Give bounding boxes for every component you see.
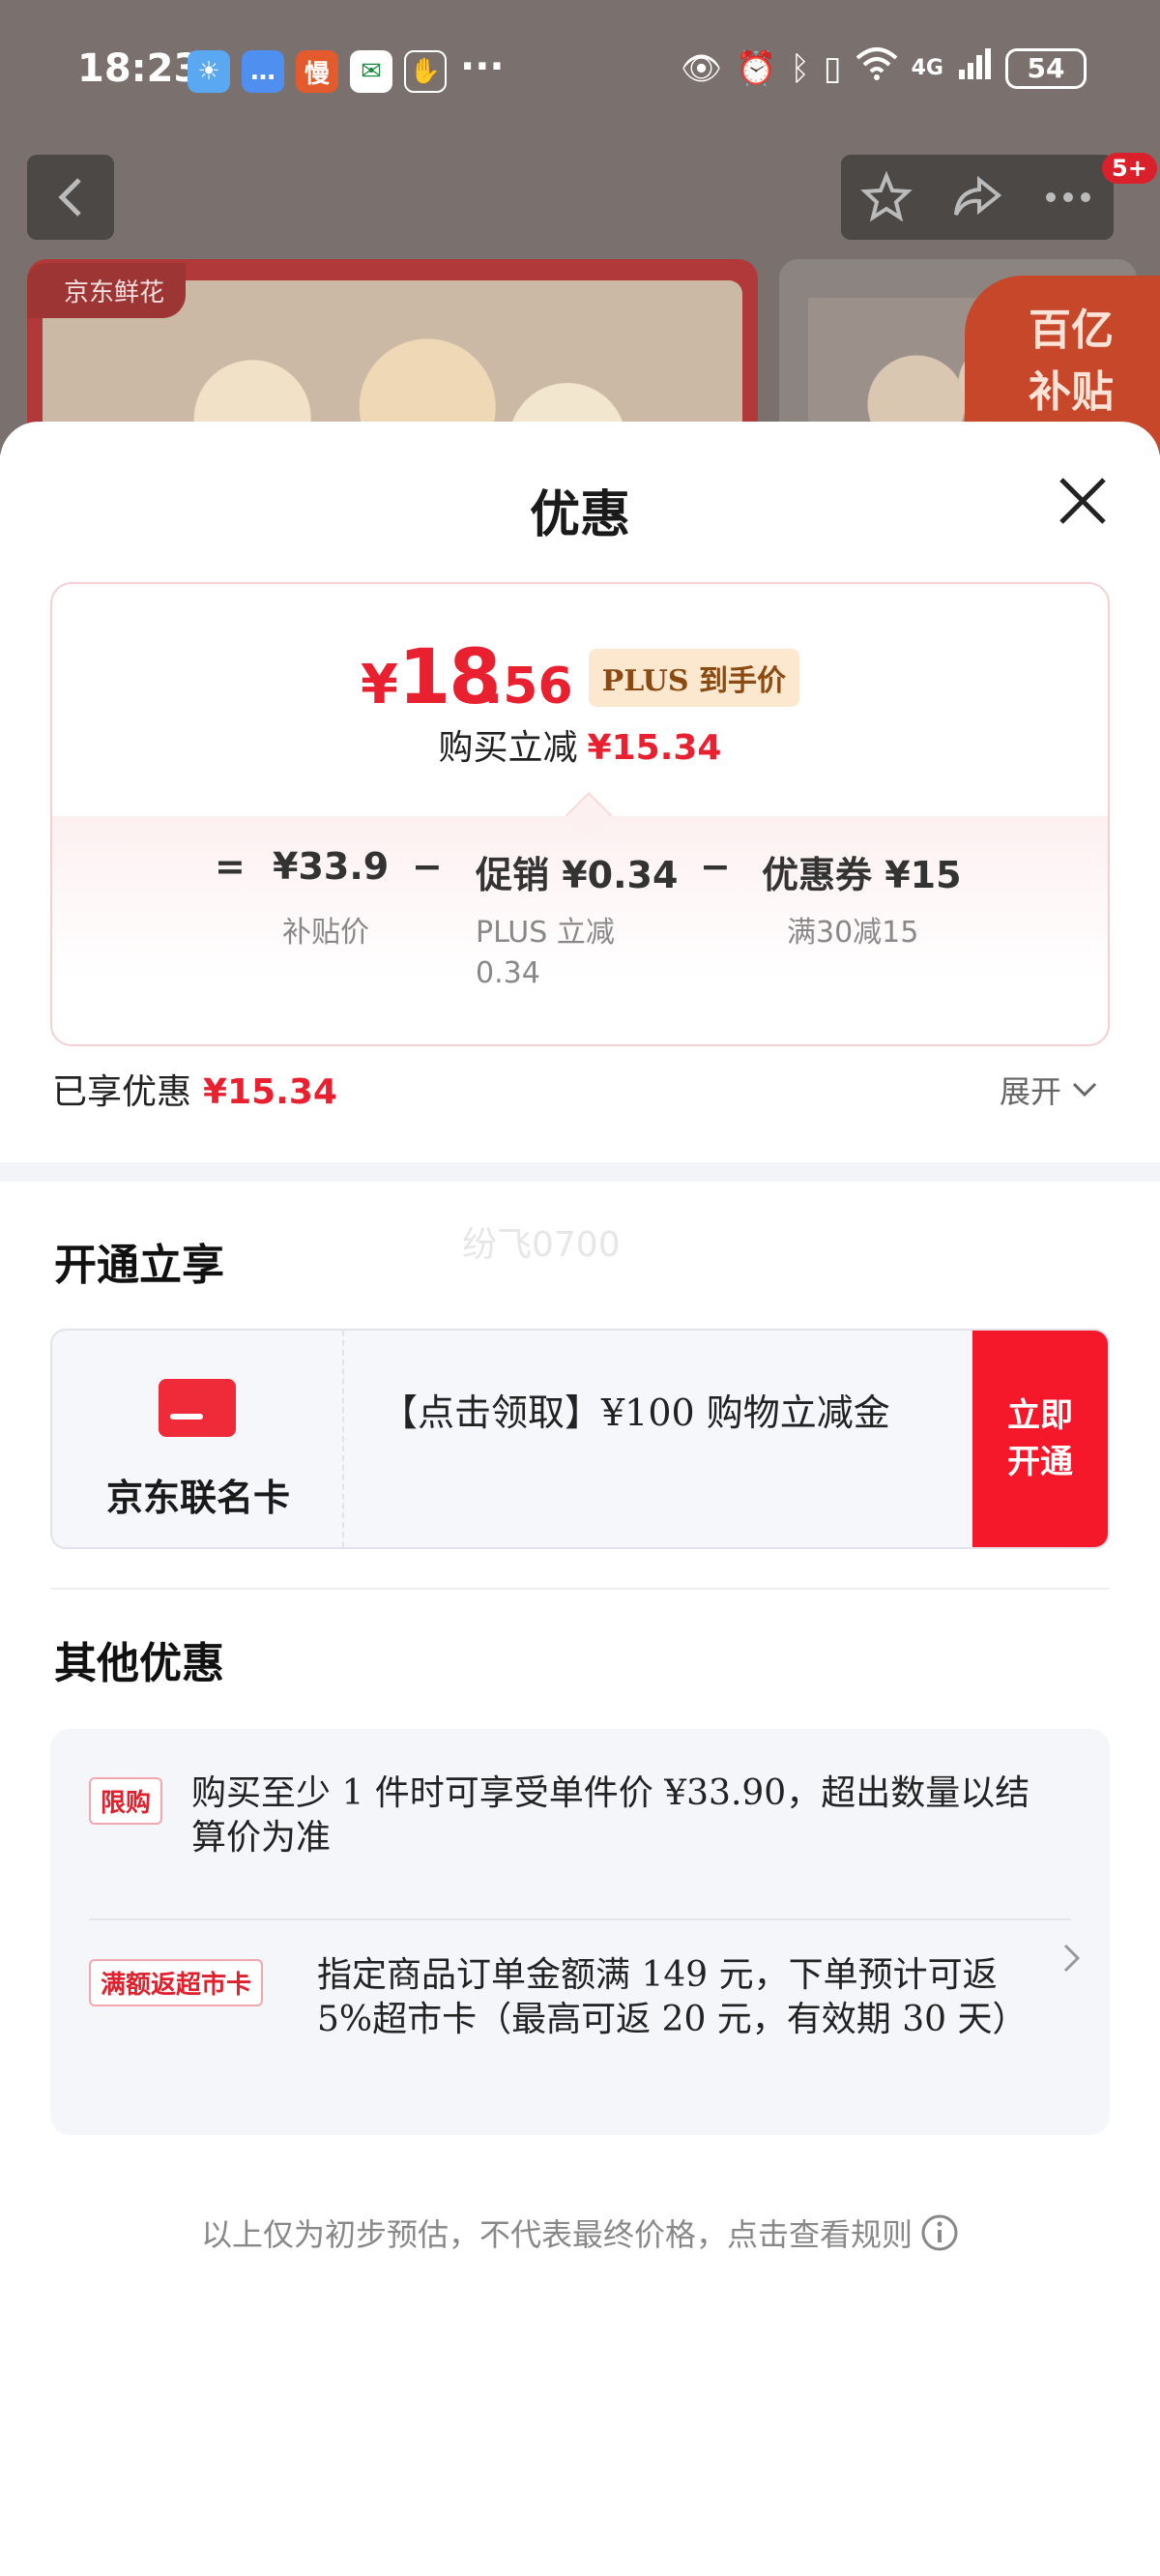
back-button[interactable]	[27, 155, 114, 240]
eye-icon: 👁	[680, 48, 723, 88]
equals-sign: =	[215, 845, 246, 888]
offer-text-supermarket-card: 指定商品订单金额满 149 元，下单预计可返 5%超市卡（最高可返 20 元，有…	[317, 1955, 1028, 2039]
enjoyed-amount: ¥15.34	[203, 1072, 337, 1112]
message-app-icon: …	[242, 50, 284, 93]
top-action-bar	[841, 155, 1114, 240]
price-breakdown: = ¥33.9 补贴价 − 促销 ¥0.34 PLUS 立减 0.34 − 优惠…	[52, 845, 1108, 1039]
section-divider	[0, 1162, 1160, 1182]
share-icon[interactable]	[950, 170, 1004, 224]
subsidy-line-1: 百亿	[1029, 306, 1114, 355]
subsidy-line-2: 补贴	[1029, 367, 1114, 417]
plus-price-tag: PLUS 到手价	[588, 649, 799, 707]
footnote-text: 以上仅为初步预估，不代表最终价格，点击查看规则	[200, 2216, 913, 2253]
offer-tag-limit: 限购	[89, 1777, 163, 1825]
chevron-down-icon	[1072, 1082, 1097, 1098]
offer-separator	[89, 1918, 1071, 1920]
info-icon	[921, 2214, 958, 2251]
buy-discount-label: 购买立减	[438, 728, 578, 768]
battery-icon: 54	[1005, 47, 1087, 89]
promotion-amount: 促销 ¥0.34	[476, 854, 679, 896]
favorite-star-icon[interactable]	[859, 170, 914, 224]
status-bar: 18:23 ☀ … 慢 ✉ ✋ ··· 👁 ⏰ ᛒ ▯ 4G 54	[0, 0, 1160, 135]
sheet-title: 优惠	[529, 485, 630, 544]
other-section-title: 其他优惠	[54, 1639, 224, 1688]
alarm-icon: ⏰	[736, 48, 777, 88]
background-page: 18:23 ☀ … 慢 ✉ ✋ ··· 👁 ⏰ ᛒ ▯ 4G 54 5+ 京东鲜…	[0, 0, 1160, 454]
plus-reduction-label: PLUS 立减	[476, 916, 615, 950]
open-now-line-1: 立即	[1007, 1396, 1073, 1435]
vibrate-icon: ▯	[823, 48, 842, 88]
enjoyed-discount: 已享优惠 ¥15.34	[52, 1064, 337, 1114]
status-time: 18:23	[77, 46, 201, 91]
more-notifications-icon: ···	[460, 44, 505, 89]
final-price: ¥ 18 .56 PLUS 到手价	[52, 634, 1108, 721]
credit-card-icon	[159, 1379, 236, 1437]
hand-app-icon: ✋	[404, 50, 447, 93]
signal-icon	[957, 46, 992, 90]
subsidy-price: ¥33.9	[273, 845, 390, 888]
post-app-icon: ✉	[350, 50, 392, 93]
system-indicators: 👁 ⏰ ᛒ ▯ 4G 54	[681, 46, 1087, 90]
bluetooth-icon: ᛒ	[790, 48, 810, 88]
chevron-left-icon	[58, 178, 81, 217]
coupon-amount: 优惠券 ¥15	[762, 854, 962, 896]
open-now-line-2: 开通	[1007, 1443, 1073, 1481]
more-menu-icon[interactable]	[1041, 170, 1095, 224]
enjoyed-label: 已享优惠	[52, 1072, 192, 1112]
open-section-title: 开通立享	[54, 1241, 224, 1290]
other-offers-panel: 限购 购买至少 1 件时可享受单件价 ¥33.90，超出数量以结算价为准 满额返…	[50, 1729, 1110, 2135]
weather-app-icon: ☀	[188, 50, 230, 93]
watermark: 纷飞0700	[462, 1225, 621, 1265]
card-left-panel: 京东联名卡	[52, 1331, 344, 1547]
pricing-rules-note[interactable]: 以上仅为初步预估，不代表最终价格，点击查看规则	[0, 2210, 1160, 2255]
expand-button[interactable]: 展开	[1000, 1068, 1098, 1112]
chevron-right-icon[interactable]	[1061, 1942, 1083, 1975]
card-offer-text: 【点击领取】¥100 购物立减金	[381, 1391, 890, 1434]
reader-app-icon: 慢	[296, 50, 338, 93]
wifi-icon	[856, 46, 898, 90]
price-top: ¥ 18 .56 PLUS 到手价 购买立减 ¥15.34	[52, 584, 1108, 816]
network-type: 4G	[911, 56, 943, 80]
minus-sign-2: −	[700, 845, 731, 888]
thin-divider	[50, 1588, 1110, 1590]
fresh-flower-tag: 京东鲜花	[27, 263, 187, 318]
subsidy-price-label: 补贴价	[282, 916, 369, 950]
offer-row-limit: 限购 购买至少 1 件时可享受单件价 ¥33.90，超出数量以结算价为准	[89, 1771, 1071, 1888]
price-currency: ¥	[361, 654, 398, 717]
notification-icons: ☀ … 慢 ✉ ✋	[188, 50, 447, 93]
card-name: 京东联名卡	[105, 1476, 290, 1519]
open-now-button[interactable]: 立即 开通	[972, 1331, 1108, 1547]
offer-row-supermarket-card[interactable]: 满额返超市卡 指定商品订单金额满 149 元，下单预计可返 5%超市卡（最高可返…	[89, 1953, 1071, 2108]
offer-text-limit: 购买至少 1 件时可享受单件价 ¥33.90，超出数量以结算价为准	[191, 1773, 1030, 1858]
coupon-condition: 满30减15	[787, 916, 919, 950]
expand-label: 展开	[1000, 1073, 1062, 1110]
price-summary-card: ¥ 18 .56 PLUS 到手价 购买立减 ¥15.34 = ¥33.9 补贴价…	[50, 582, 1110, 1046]
buy-discount-line: 购买立减 ¥15.34	[52, 719, 1108, 770]
minus-sign-1: −	[412, 845, 443, 888]
close-icon[interactable]	[1054, 472, 1112, 530]
notification-badge: 5+	[1102, 153, 1157, 184]
price-decimal: .56	[483, 658, 573, 716]
co-brand-card-offer[interactable]: 京东联名卡 【点击领取】¥100 购物立减金 立即 开通	[50, 1329, 1110, 1549]
offer-tag-supermarket-card: 满额返超市卡	[89, 1959, 264, 2006]
discount-sheet: 优惠 ¥ 18 .56 PLUS 到手价 购买立减 ¥15.34 = ¥33.9 …	[0, 422, 1160, 2576]
buy-discount-amount: ¥15.34	[587, 728, 722, 768]
plus-reduction-value: 0.34	[476, 956, 540, 990]
